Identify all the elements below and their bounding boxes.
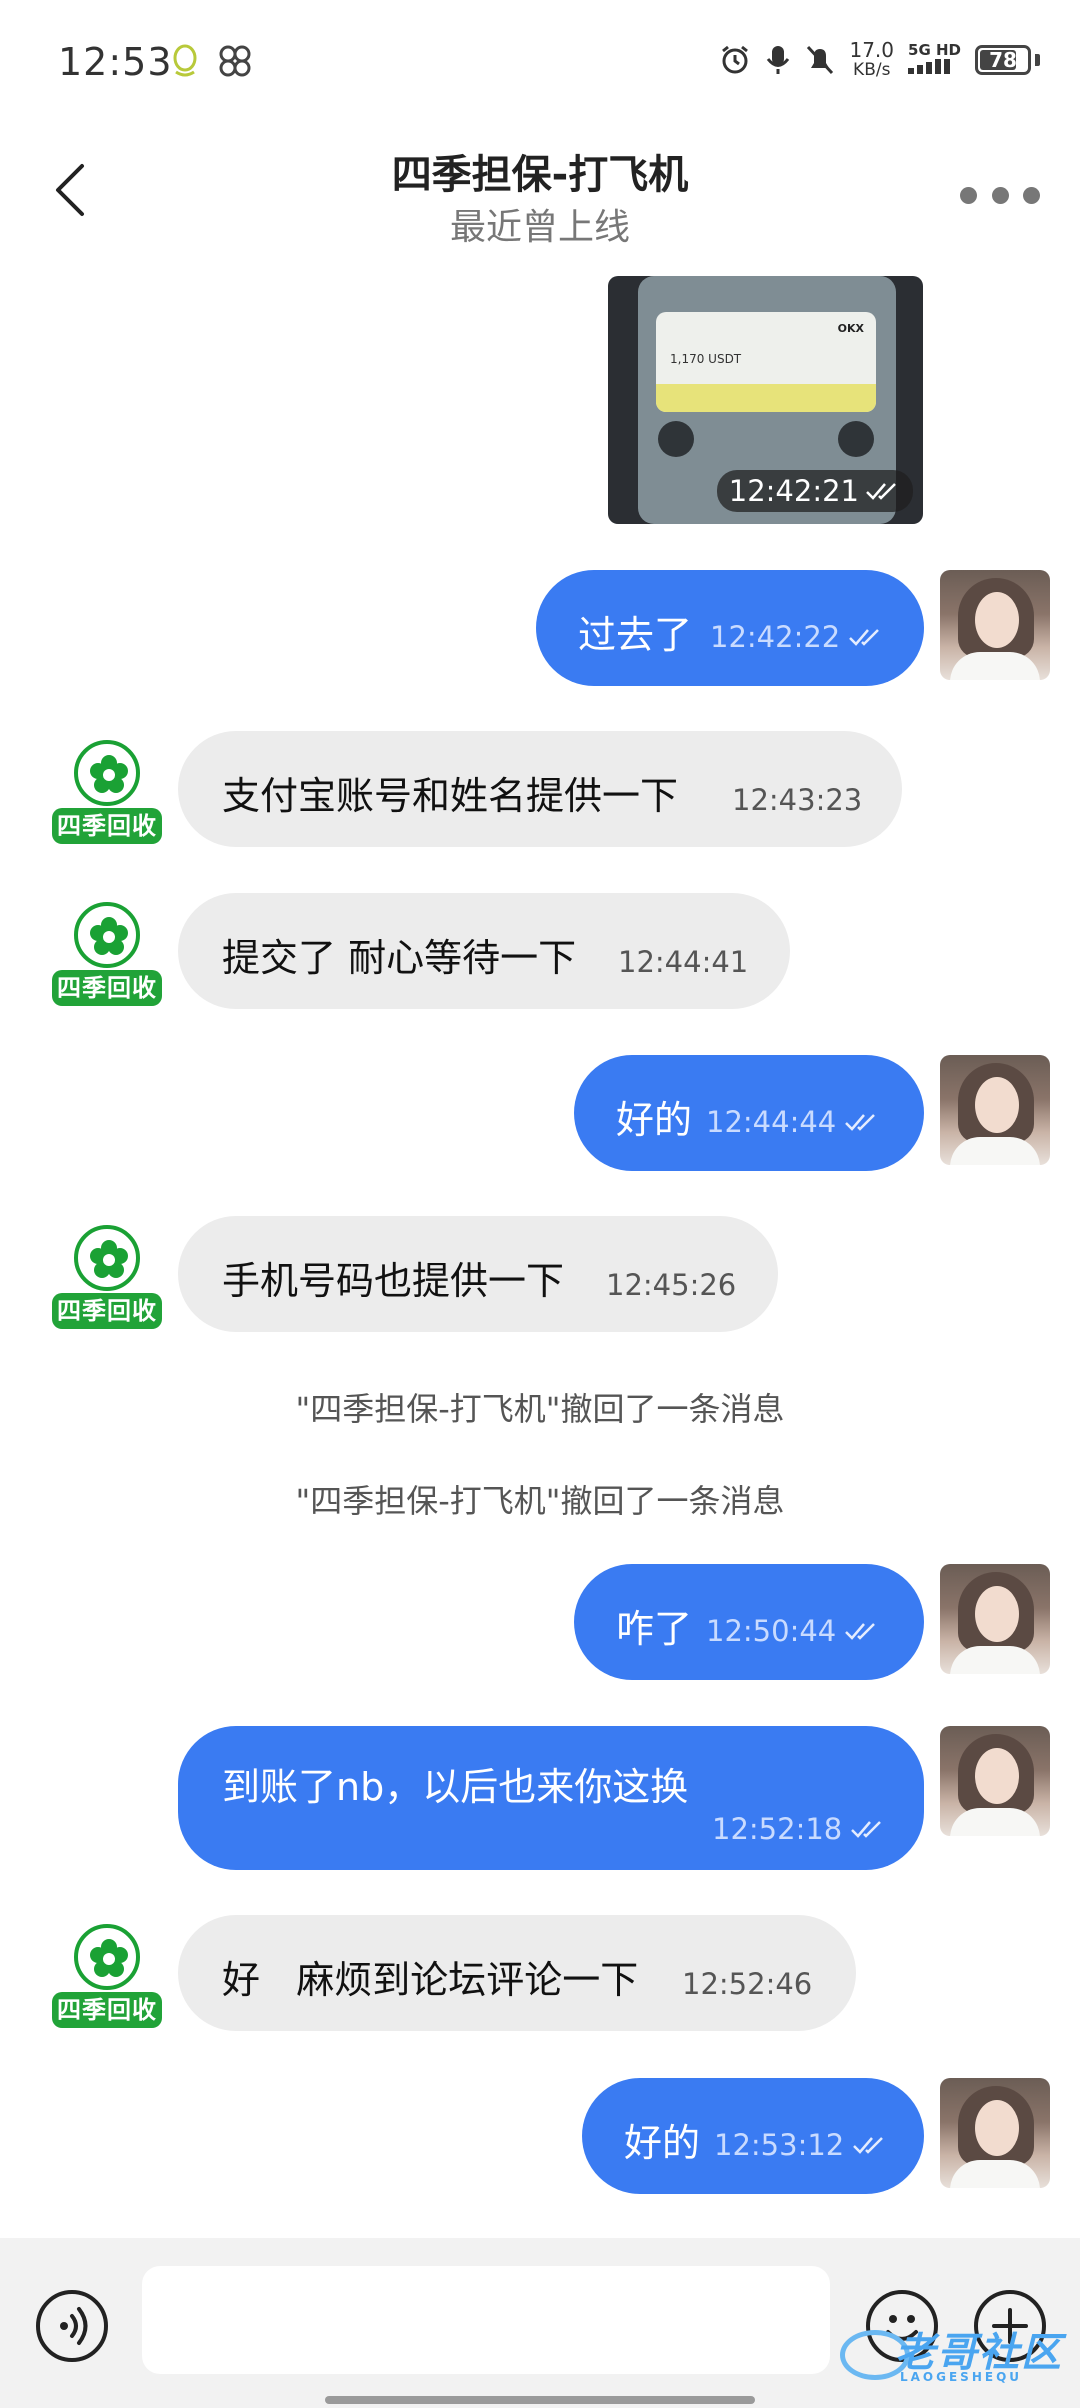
input-bar: 老哥社区 LAOGESHEQU (0, 2238, 1080, 2408)
flower-logo-icon (74, 1924, 140, 1990)
network-speed: 17.0 KB/s (849, 38, 895, 80)
double-check-icon (853, 2137, 884, 2154)
outgoing-message[interactable]: 好的 12:44:44 (574, 1055, 924, 1171)
recall-notice: "四季担保-打飞机"撤回了一条消息 (295, 1390, 785, 1428)
contact-avatar[interactable]: 四季回收 (52, 902, 162, 1012)
photo-camera-icon (838, 421, 874, 457)
online-status: 最近曾上线 (449, 207, 630, 248)
incoming-message[interactable]: 提交了 耐心等待一下 12:44:41 (178, 893, 790, 1009)
status-bar: 12:53 17.0 KB/s 5G HD 78 (0, 0, 1080, 120)
recall-notice: "四季担保-打飞机"撤回了一条消息 (295, 1482, 785, 1520)
signal-bars-icon (908, 59, 951, 74)
incoming-message[interactable]: 手机号码也提供一下 12:45:26 (178, 1216, 778, 1332)
outgoing-message[interactable]: 过去了 12:42:22 (536, 570, 924, 686)
microphone-icon (767, 46, 790, 74)
photo-flashlight-icon (658, 421, 694, 457)
outgoing-message[interactable]: 到账了nb，以后也来你这换 12:52:18 (178, 1726, 924, 1870)
outgoing-message[interactable]: 咋了 12:50:44 (574, 1564, 924, 1680)
more-dot-icon (991, 186, 1009, 204)
double-check-icon (851, 1821, 882, 1838)
status-time: 12:53 (58, 40, 173, 84)
photo-message[interactable]: OKX 1,170 USDT 12:42:21 (608, 276, 923, 524)
contact-avatar[interactable]: 四季回收 (52, 1924, 162, 2034)
contact-avatar[interactable]: 四季回收 (52, 740, 162, 850)
more-button[interactable] (960, 180, 1040, 210)
double-check-icon (845, 1114, 876, 1131)
more-dot-icon (960, 186, 977, 204)
my-avatar[interactable] (940, 570, 1050, 680)
signal-indicator: 5G HD (908, 42, 961, 78)
flower-logo-icon (74, 1225, 140, 1291)
status-system-icons: 17.0 KB/s 5G HD 78 (719, 40, 1040, 80)
app-flower-icon (219, 45, 251, 77)
status-notification-icons (170, 44, 252, 78)
my-avatar[interactable] (940, 1564, 1050, 1674)
photo-timestamp: 12:42:21 (716, 470, 913, 512)
incoming-message[interactable]: 支付宝账号和姓名提供一下 12:43:23 (178, 731, 902, 847)
double-check-icon (866, 483, 896, 500)
chat-header: 四季担保-打飞机 最近曾上线 (0, 120, 1080, 270)
mute-bell-icon (807, 45, 834, 75)
chat-area[interactable]: OKX 1,170 USDT 12:42:21 过去了 12:42:22 四季回… (0, 270, 1080, 2238)
voice-icon (60, 2307, 88, 2345)
double-check-icon (845, 1623, 876, 1640)
battery-indicator: 78 (975, 45, 1031, 75)
outgoing-message[interactable]: 好的 12:53:12 (582, 2078, 924, 2194)
my-avatar[interactable] (940, 2078, 1050, 2188)
incoming-message[interactable]: 好 麻烦到论坛评论一下 12:52:46 (178, 1915, 856, 2031)
alarm-icon (722, 45, 749, 74)
flower-logo-icon (74, 740, 140, 806)
flower-logo-icon (74, 902, 140, 968)
message-input[interactable] (142, 2266, 830, 2374)
qq-icon (173, 44, 197, 77)
battery-cap (1035, 54, 1040, 66)
voice-button[interactable] (36, 2290, 108, 2362)
my-avatar[interactable] (940, 1726, 1050, 1836)
chat-title[interactable]: 四季担保-打飞机 (0, 142, 1080, 200)
home-indicator[interactable] (325, 2396, 755, 2404)
my-avatar[interactable] (940, 1055, 1050, 1165)
double-check-icon (849, 629, 880, 646)
photo-wallet-card: OKX 1,170 USDT (656, 312, 876, 412)
watermark-logo: 老哥社区 LAOGESHEQU (840, 2318, 1070, 2398)
more-dot-icon (1023, 186, 1040, 204)
contact-avatar[interactable]: 四季回收 (52, 1225, 162, 1335)
